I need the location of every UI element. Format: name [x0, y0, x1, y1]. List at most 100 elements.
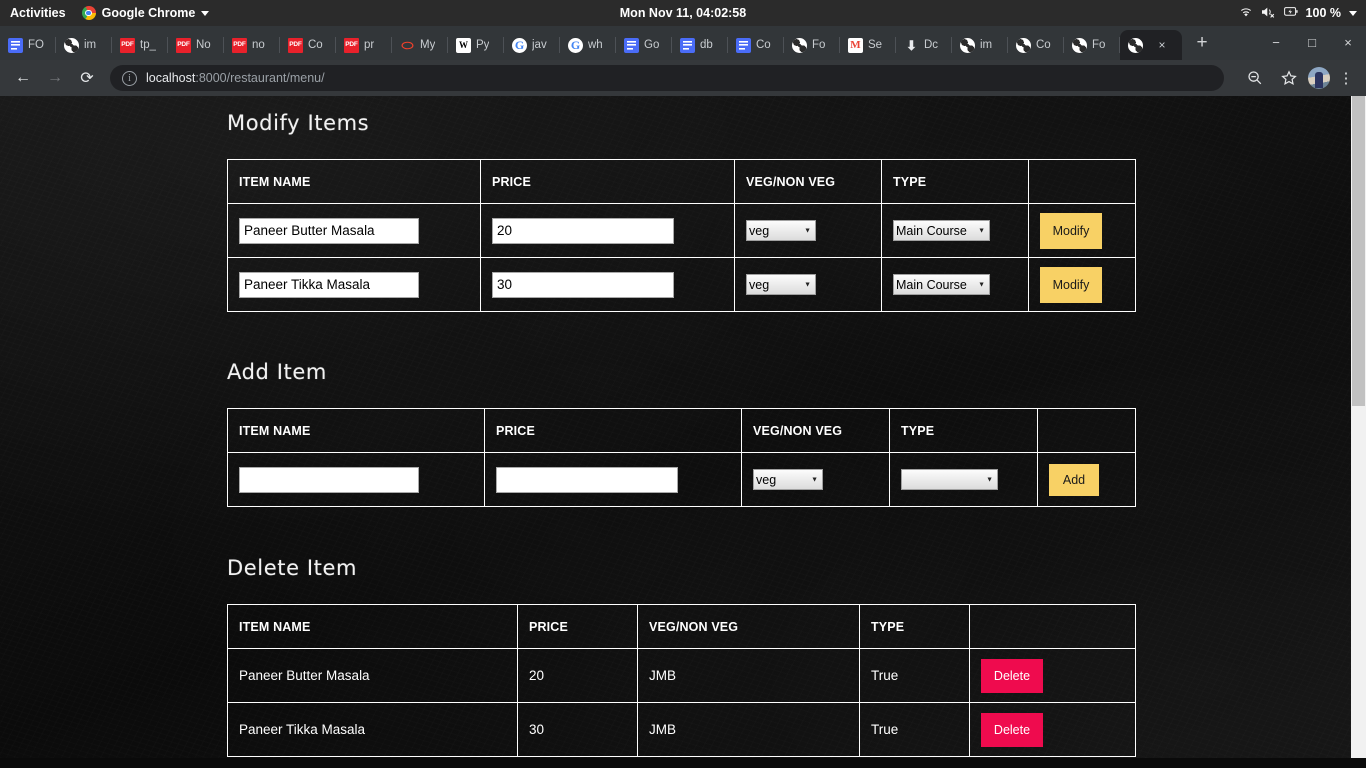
column-header-price: PRICE	[517, 604, 638, 649]
table-row: Paneer Tikka Masala 30 JMB True Delete	[227, 702, 1136, 757]
add-button[interactable]: Add	[1049, 463, 1099, 496]
browser-tab-label: db	[700, 39, 713, 51]
url-host: localhost	[146, 71, 196, 85]
modify-item-name-input-0[interactable]	[239, 217, 419, 244]
pdf-icon: PDF	[176, 37, 191, 53]
app-menu-label: Google Chrome	[101, 6, 196, 20]
add-type-select-wrap: Main CourseStarterDessert	[901, 469, 998, 490]
browser-tab-14[interactable]: Fo	[784, 30, 840, 60]
delete-item-title: Delete Item	[227, 556, 358, 580]
page-scrollbar[interactable]	[1351, 96, 1366, 758]
cell-item-name: Paneer Tikka Masala	[227, 702, 518, 757]
browser-tab-label: pr	[364, 39, 375, 51]
app-menu-chrome[interactable]: Google Chrome	[78, 6, 214, 20]
browser-tab-1[interactable]: im	[56, 30, 112, 60]
star-icon[interactable]	[1274, 63, 1304, 93]
opera-icon: ⬭	[401, 37, 414, 53]
browser-tab-9[interactable]: Gjav	[504, 30, 560, 60]
browser-tab-label: My	[420, 39, 436, 51]
cell-veg: JMB	[637, 648, 860, 703]
column-header-type: TYPE	[881, 159, 1029, 204]
modify-type-select-1[interactable]: Main CourseStarterDessert	[893, 274, 990, 295]
browser-tab-0[interactable]: FO	[0, 30, 56, 60]
battery-percent-label: 100 %	[1305, 6, 1341, 20]
delete-item-table: ITEM NAME PRICE VEG/NON VEG TYPE Paneer …	[227, 604, 1136, 757]
cell-price: 20	[517, 648, 638, 703]
browser-tab-6[interactable]: PDF pr	[336, 30, 392, 60]
browser-tab-label: Co	[308, 39, 323, 51]
scrollbar-thumb[interactable]	[1352, 96, 1365, 406]
table-header-row: ITEM NAME PRICE VEG/NON VEG TYPE	[227, 408, 1136, 453]
download-icon: ⬇	[906, 37, 917, 53]
tab-close-icon[interactable]: ×	[1155, 38, 1169, 52]
add-item-name-input[interactable]	[239, 466, 419, 493]
browser-tab-12[interactable]: db	[672, 30, 728, 60]
kebab-menu-icon[interactable]: ⋮	[1334, 69, 1358, 87]
add-price-input[interactable]	[496, 466, 678, 493]
browser-tab-8[interactable]: W Py	[448, 30, 504, 60]
browser-tab-11[interactable]: Go	[616, 30, 672, 60]
delete-button-0[interactable]: Delete	[981, 658, 1043, 693]
delete-button-1[interactable]: Delete	[981, 712, 1043, 747]
modify-veg-select-0[interactable]: vegnon veg	[746, 220, 816, 241]
window-close-button[interactable]: ×	[1330, 26, 1366, 60]
browser-tab-16[interactable]: ⬇ Dc	[896, 30, 952, 60]
activities-button[interactable]: Activities	[0, 6, 78, 20]
address-bar[interactable]: i localhost:8000/restaurant/menu/	[110, 65, 1224, 91]
browser-tab-19[interactable]: Fo	[1064, 30, 1120, 60]
wikipedia-icon: W	[456, 37, 471, 53]
cell-action: Delete	[969, 702, 1136, 757]
cell-action: Modify	[1028, 257, 1136, 312]
browser-tab-15[interactable]: M Se	[840, 30, 896, 60]
globe-icon	[960, 37, 975, 53]
modify-button-0[interactable]: Modify	[1040, 212, 1102, 249]
system-top-bar: Activities Google Chrome Mon Nov 11, 04:…	[0, 0, 1366, 26]
column-header-item-name: ITEM NAME	[227, 604, 518, 649]
modify-type-select-0[interactable]: Main CourseStarterDessert	[893, 220, 990, 241]
browser-tab-13[interactable]: Co	[728, 30, 784, 60]
browser-tab-18[interactable]: Co	[1008, 30, 1064, 60]
back-button[interactable]: ←	[8, 63, 38, 93]
window-maximize-button[interactable]: □	[1294, 26, 1330, 60]
google-icon: G	[568, 37, 583, 53]
browser-tab-17[interactable]: im	[952, 30, 1008, 60]
forward-button[interactable]: →	[40, 63, 70, 93]
cell-price	[484, 452, 742, 507]
column-header-price: PRICE	[480, 159, 735, 204]
column-header-veg: VEG/NON VEG	[637, 604, 860, 649]
browser-tab-label: im	[980, 39, 993, 51]
modify-veg-select-wrap-0: vegnon veg	[746, 220, 816, 241]
window-minimize-button[interactable]: −	[1258, 26, 1294, 60]
browser-tab-20[interactable]: ×	[1120, 30, 1182, 60]
modify-veg-select-1[interactable]: vegnon veg	[746, 274, 816, 295]
modify-item-name-input-1[interactable]	[239, 271, 419, 298]
add-veg-select[interactable]: vegnon veg	[753, 469, 823, 490]
browser-tab-3[interactable]: PDF No	[168, 30, 224, 60]
doc-icon	[8, 37, 23, 53]
browser-tab-2[interactable]: PDF tp_	[112, 30, 168, 60]
table-row: Paneer Butter Masala 20 JMB True Delete	[227, 648, 1136, 703]
table-header-row: ITEM NAME PRICE VEG/NON VEG TYPE	[227, 604, 1136, 649]
browser-tab-4[interactable]: PDF no	[224, 30, 280, 60]
modify-price-input-1[interactable]	[492, 271, 674, 298]
column-header-item-name: ITEM NAME	[227, 408, 485, 453]
url-path: :8000/restaurant/menu/	[195, 71, 325, 85]
volume-muted-icon	[1261, 6, 1276, 21]
modify-button-1[interactable]: Modify	[1040, 266, 1102, 303]
zoom-out-icon[interactable]	[1240, 63, 1270, 93]
new-tab-button[interactable]: +	[1188, 30, 1216, 58]
system-tray[interactable]: 100 %	[1239, 6, 1366, 21]
address-bar-url: localhost:8000/restaurant/menu/	[146, 71, 325, 85]
avatar[interactable]	[1308, 67, 1330, 89]
site-info-icon[interactable]: i	[122, 70, 137, 86]
cell-item-name: Paneer Butter Masala	[227, 648, 518, 703]
pdf-icon: PDF	[344, 37, 359, 53]
browser-tab-5[interactable]: PDF Co	[280, 30, 336, 60]
modify-price-input-0[interactable]	[492, 217, 674, 244]
browser-tab-7[interactable]: ⬭ My	[392, 30, 448, 60]
reload-button[interactable]: ⟳	[72, 63, 102, 93]
cell-type: Main CourseStarterDessert	[889, 452, 1038, 507]
cell-type: Main CourseStarterDessert	[881, 203, 1029, 258]
browser-tab-10[interactable]: Gwh	[560, 30, 616, 60]
add-type-select[interactable]: Main CourseStarterDessert	[901, 469, 998, 490]
